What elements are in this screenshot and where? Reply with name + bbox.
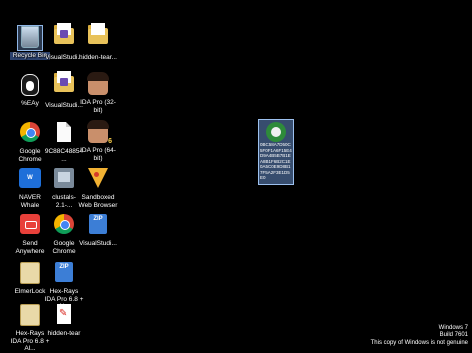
desktop-icon-hidden-tear-folder[interactable]: hidden-tear... bbox=[78, 23, 118, 62]
icon-label: IDA Pro (32-bit) bbox=[80, 99, 116, 114]
pdf-icon bbox=[52, 304, 76, 328]
installer-icon bbox=[52, 168, 76, 192]
folder-icon bbox=[52, 23, 76, 52]
desktop-icon-ida-pro-64[interactable]: 6 IDA Pro (64-bit) bbox=[78, 120, 118, 162]
selected-file-icon[interactable]: 0BC58A7D50C5F0F1A6F15E4D9A4B5B7B1EA8B1F6… bbox=[258, 119, 294, 185]
file-icon bbox=[52, 122, 76, 146]
recycle-bin-icon bbox=[17, 25, 43, 51]
frog-icon bbox=[266, 122, 286, 142]
selected-file-label: 0BC58A7D50C5F0F1A6F15E4D9A4B5B7B1EA8B1F6… bbox=[260, 142, 292, 180]
desktop-icon-visualstudio-zip[interactable]: ZIP VisualStudi... bbox=[78, 212, 118, 248]
whale-icon: W bbox=[18, 168, 42, 192]
icon-label: hidden-tear... bbox=[79, 54, 117, 61]
icon-label: VisualStudi... bbox=[79, 240, 117, 247]
chrome-icon bbox=[18, 122, 42, 146]
desktop-icon-ida-pro-32[interactable]: IDA Pro (32-bit) bbox=[78, 72, 118, 114]
elmerlock-icon bbox=[18, 304, 42, 328]
desktop-icon-sandboxed-web-browser[interactable]: Sandboxed Web Browser bbox=[78, 166, 118, 209]
watermark-os: Windows 7 bbox=[438, 324, 468, 331]
elmerlock-icon bbox=[18, 262, 42, 286]
watermark-build: Build 7601 bbox=[439, 332, 468, 338]
watermark-genuine: This copy of Windows is not genuine bbox=[370, 339, 468, 346]
zip-icon: ZIP bbox=[52, 262, 76, 286]
ida-pro-icon: 6 bbox=[86, 120, 112, 145]
icon-label: IDA Pro (64-bit) bbox=[80, 147, 116, 162]
desktop[interactable]: Recycle Bin %EÄy Google Chrome W NAVER W… bbox=[0, 0, 472, 352]
pizza-icon bbox=[86, 168, 110, 192]
chrome-icon bbox=[52, 214, 76, 238]
folder-icon bbox=[86, 23, 110, 52]
penguin-icon bbox=[18, 74, 42, 98]
icon-label: Sandboxed Web Browser bbox=[78, 194, 118, 209]
windows-watermark: Windows 7 Build 7601 This copy of Window… bbox=[371, 325, 468, 348]
send-anywhere-icon bbox=[18, 214, 42, 238]
ida-pro-icon bbox=[86, 72, 110, 97]
icon-label: hidden-tear bbox=[47, 330, 81, 337]
zip-icon: ZIP bbox=[86, 214, 110, 238]
folder-icon bbox=[52, 71, 76, 100]
desktop-icon-hidden-tear-pdf[interactable]: hidden-tear bbox=[44, 302, 84, 338]
